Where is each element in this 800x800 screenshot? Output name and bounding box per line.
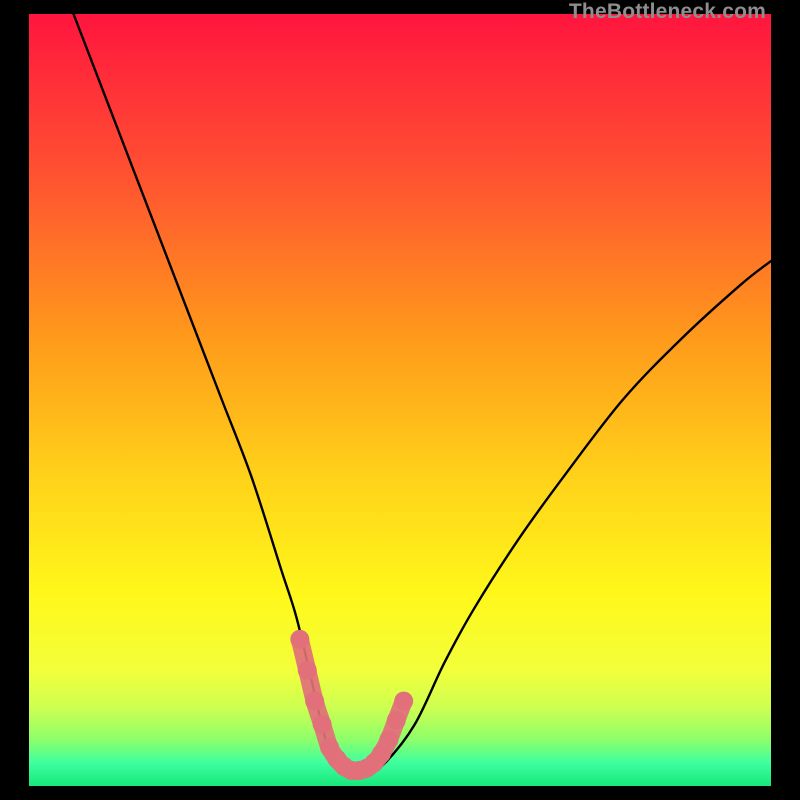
bottleneck-plot (29, 14, 771, 786)
chart-frame (29, 14, 771, 786)
gradient-background (29, 14, 771, 786)
highlight-dot (387, 711, 406, 730)
highlight-dot (290, 630, 309, 649)
watermark-text: TheBottleneck.com (569, 0, 766, 24)
highlight-dot (379, 730, 398, 749)
highlight-dot (394, 692, 413, 711)
highlight-dot (305, 692, 324, 711)
highlight-dot (313, 715, 332, 734)
highlight-dot (298, 661, 317, 680)
